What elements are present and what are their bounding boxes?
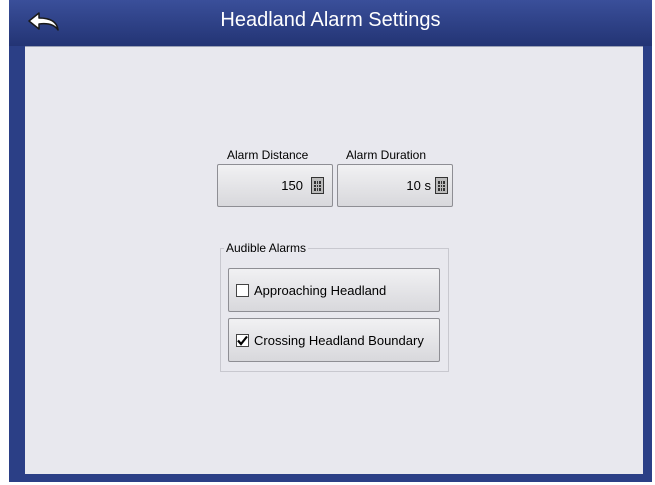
approaching-headland-label: Approaching Headland — [254, 282, 387, 298]
alarm-duration-button[interactable]: 10 s — [337, 164, 453, 207]
checkmark-icon — [237, 335, 248, 346]
calculator-icon — [311, 177, 324, 194]
approaching-headland-toggle[interactable]: Approaching Headland — [228, 268, 440, 312]
alarm-distance-label: Alarm Distance — [227, 148, 309, 162]
alarm-distance-value: 150 — [281, 178, 303, 193]
crossing-boundary-checkbox[interactable] — [236, 333, 249, 347]
calculator-icon — [435, 177, 448, 194]
page-title: Headland Alarm Settings — [220, 9, 441, 31]
crossing-boundary-label: Crossing Headland Boundary — [254, 332, 424, 348]
crossing-boundary-toggle[interactable]: Crossing Headland Boundary — [228, 318, 440, 362]
alarm-duration-label: Alarm Duration — [346, 148, 427, 162]
approaching-headland-checkbox[interactable] — [236, 283, 249, 297]
alarm-duration-value: 10 s — [406, 178, 431, 193]
audible-alarms-legend: Audible Alarms — [224, 241, 309, 255]
title-bar: Headland Alarm Settings — [9, 0, 652, 46]
alarm-distance-button[interactable]: 150 — [217, 164, 333, 207]
